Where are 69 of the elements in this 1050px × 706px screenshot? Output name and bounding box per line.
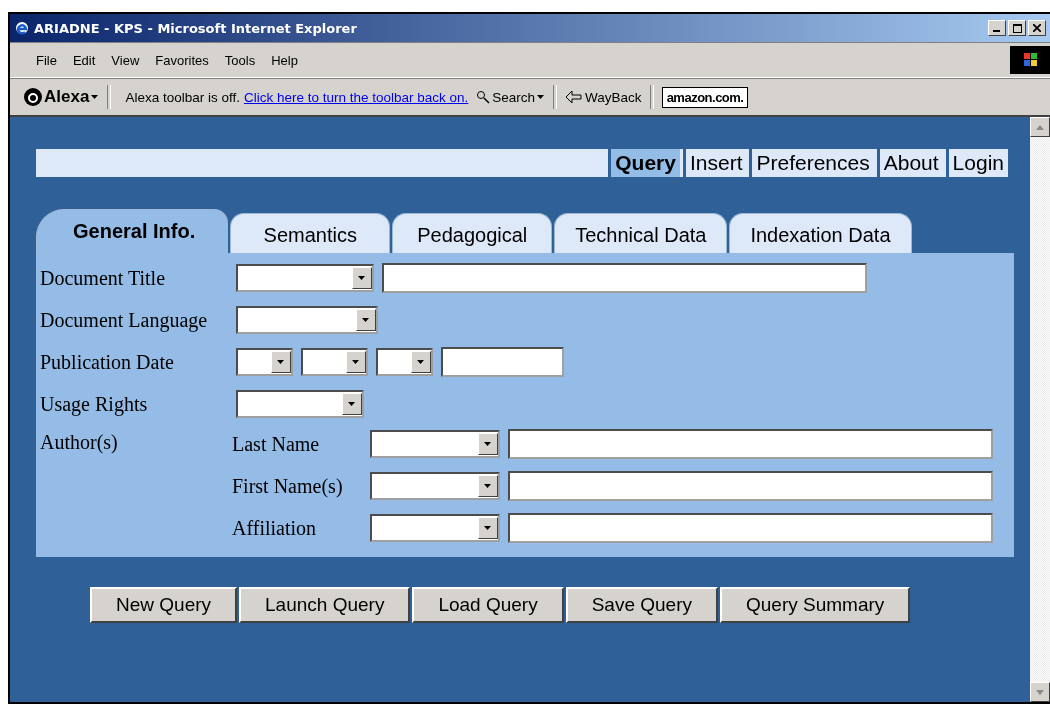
field-label: Publication Date (40, 350, 175, 374)
menu-item[interactable]: Favorites (147, 52, 217, 68)
caret-icon (358, 275, 366, 281)
close-button[interactable] (1028, 20, 1046, 36)
close-icon (1033, 24, 1041, 32)
window-title: ARIADNE - KPS - Microsoft Internet Explorer (34, 20, 357, 36)
maximize-button[interactable] (1008, 20, 1026, 36)
menu-item[interactable]: File (28, 52, 65, 68)
field-label: Document Language (40, 308, 209, 332)
tab[interactable]: Pedagogical (392, 213, 553, 253)
caret-icon (484, 483, 492, 489)
tab[interactable]: Semantics (230, 213, 391, 253)
caret-icon (352, 359, 360, 365)
tab[interactable]: General Info. (36, 209, 229, 253)
alexa-logo-icon (24, 88, 42, 106)
toolbar-link[interactable]: Click here to turn the toolbar back on. (243, 89, 469, 105)
caret-icon (91, 94, 100, 100)
field-label: Usage Rights (40, 392, 149, 416)
menu-item[interactable]: Edit (64, 52, 104, 68)
minimize-button[interactable] (988, 20, 1006, 36)
field-label: Document Title (40, 266, 166, 290)
field-label: Last Name (232, 432, 321, 456)
scroll-down-icon (1036, 689, 1044, 695)
search-button[interactable]: Search (476, 89, 546, 105)
caret-icon (362, 317, 370, 323)
menu-item[interactable]: Help (263, 52, 306, 68)
dropdown[interactable] (236, 348, 293, 376)
search-icon (476, 90, 491, 104)
dropdown[interactable] (236, 306, 378, 334)
dropdown[interactable] (370, 430, 500, 458)
query-button[interactable]: Save Query (565, 587, 718, 623)
caret-icon (417, 359, 425, 365)
dropdown[interactable] (376, 348, 433, 376)
maximize-icon (1012, 23, 1022, 33)
caret-icon (348, 401, 356, 407)
text-field[interactable] (508, 471, 993, 501)
back-arrow-icon (565, 89, 584, 105)
nav-link[interactable]: Query (608, 149, 680, 177)
field-label: Author(s) (40, 430, 119, 454)
dropdown[interactable] (236, 390, 364, 418)
query-button[interactable]: Launch Query (239, 587, 411, 623)
toolbar-message: Alexa toolbar is off. (125, 89, 240, 105)
menu-item[interactable]: View (103, 52, 148, 68)
text-field[interactable] (382, 263, 867, 293)
dropdown[interactable] (370, 472, 500, 500)
query-button[interactable]: Query Summary (720, 587, 911, 623)
text-field[interactable] (441, 347, 564, 377)
amazon-button[interactable]: amazon.com. (661, 86, 749, 108)
menu-item[interactable]: Tools (216, 52, 264, 68)
wayback-button[interactable]: WayBack (565, 89, 642, 105)
caret-icon (484, 441, 492, 447)
scroll-up-icon (1036, 124, 1044, 130)
caret-icon (537, 94, 546, 100)
dropdown[interactable] (370, 514, 500, 542)
text-field[interactable] (508, 513, 993, 543)
browser-logo-icon (14, 20, 30, 36)
caret-icon (484, 525, 492, 531)
caret-icon (277, 359, 285, 365)
dropdown[interactable] (236, 264, 374, 292)
field-label: First Name(s) (232, 474, 344, 498)
alexa-button[interactable]: Alexa (24, 87, 100, 107)
scrollbar[interactable] (1030, 117, 1050, 702)
query-button[interactable]: New Query (90, 587, 238, 623)
tab[interactable]: Indexation Data (729, 213, 912, 253)
field-label: Affiliation (232, 516, 318, 540)
text-field[interactable] (508, 429, 993, 459)
tab[interactable]: Technical Data (554, 213, 728, 253)
query-button[interactable]: Load Query (412, 587, 564, 623)
dropdown[interactable] (301, 348, 368, 376)
